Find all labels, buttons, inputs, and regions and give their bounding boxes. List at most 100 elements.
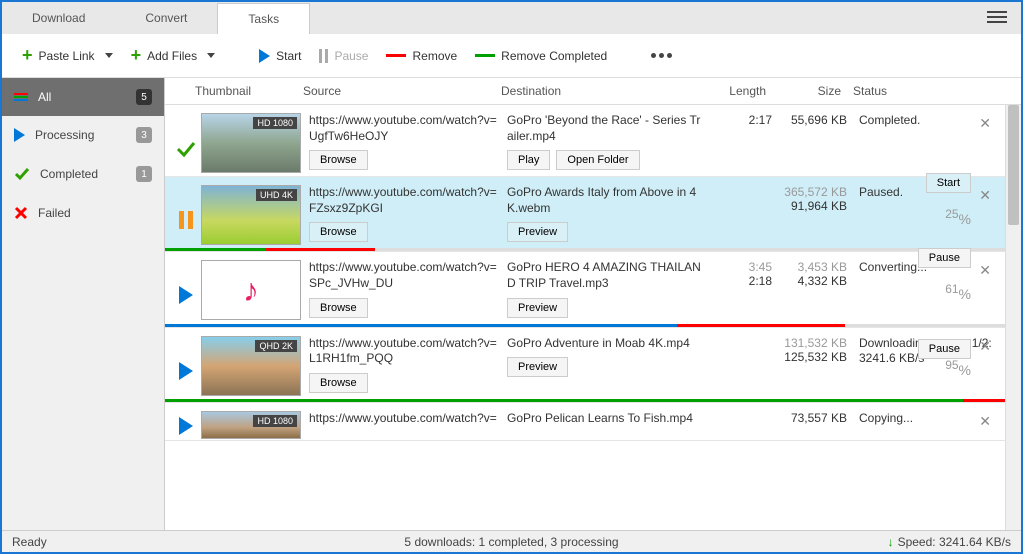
pause-button[interactable]: Pause — [313, 45, 374, 67]
x-icon — [14, 206, 28, 220]
col-source[interactable]: Source — [303, 84, 501, 98]
col-size[interactable]: Size — [766, 84, 841, 98]
size-total: 131,532 KB — [772, 336, 847, 350]
chevron-down-icon — [207, 53, 215, 58]
col-status[interactable]: Status — [841, 84, 1011, 98]
resolution-badge: UHD 4K — [256, 189, 297, 201]
remove-button[interactable]: Remove — [380, 45, 463, 67]
play-button[interactable]: Play — [507, 150, 550, 170]
length-total: 3:45 — [712, 260, 772, 274]
tab-tasks[interactable]: Tasks — [217, 3, 310, 34]
source-url: https://www.youtube.com/watch?v=SPc_JVHw… — [309, 260, 499, 291]
col-destination[interactable]: Destination — [501, 84, 706, 98]
sidebar-item-failed[interactable]: Failed — [2, 194, 164, 232]
toolbar: +Paste Link +Add Files Start Pause Remov… — [2, 34, 1021, 78]
thumbnail: HD 1080 — [201, 411, 301, 439]
size: 4,332 KB — [772, 274, 847, 288]
task-list: HD 1080 https://www.youtube.com/watch?v=… — [165, 105, 1005, 530]
minus-icon — [386, 54, 406, 57]
open-folder-button[interactable]: Open Folder — [556, 150, 639, 170]
column-headers: Thumbnail Source Destination Length Size… — [165, 78, 1021, 105]
sidebar-item-all[interactable]: All5 — [2, 78, 164, 116]
task-row[interactable]: UHD 4K https://www.youtube.com/watch?v=F… — [165, 177, 1005, 252]
close-icon[interactable]: ✕ — [979, 338, 991, 355]
browse-button[interactable]: Browse — [309, 373, 368, 393]
task-row[interactable]: HD 1080 https://www.youtube.com/watch?v=… — [165, 403, 1005, 441]
sidebar-item-processing[interactable]: Processing3 — [2, 116, 164, 154]
status-speed: Speed: 3241.64 KB/s — [898, 535, 1011, 549]
progress-percent: 25% — [945, 197, 971, 227]
length: 2:17 — [712, 113, 772, 127]
browse-button[interactable]: Browse — [309, 150, 368, 170]
tab-convert[interactable]: Convert — [115, 3, 217, 33]
destination-file: GoPro 'Beyond the Race' - Series Trailer… — [507, 113, 704, 144]
source-url: https://www.youtube.com/watch?v=UgfTw6He… — [309, 113, 499, 144]
play-icon — [14, 128, 25, 142]
status-text: Copying... — [859, 411, 999, 427]
close-icon[interactable]: ✕ — [979, 262, 991, 279]
chevron-down-icon — [105, 53, 113, 58]
start-button[interactable]: Start — [926, 173, 971, 193]
close-icon[interactable]: ✕ — [979, 115, 991, 132]
preview-button[interactable]: Preview — [507, 357, 568, 377]
download-arrow-icon: ↓ — [888, 535, 894, 549]
tab-bar: Download Convert Tasks — [2, 2, 1021, 34]
progress-bar — [165, 324, 1005, 327]
resolution-badge: HD 1080 — [253, 117, 297, 129]
check-icon — [176, 139, 196, 159]
task-row[interactable]: QHD 2K https://www.youtube.com/watch?v=L… — [165, 328, 1005, 403]
pause-button[interactable]: Pause — [918, 339, 971, 359]
sidebar-item-completed[interactable]: Completed1 — [2, 154, 164, 194]
status-bar: Ready 5 downloads: 1 completed, 3 proces… — [2, 530, 1021, 552]
scrollbar[interactable] — [1005, 105, 1021, 530]
remove-completed-button[interactable]: Remove Completed — [469, 45, 613, 67]
size-total: 365,572 KB — [772, 185, 847, 199]
pause-button[interactable]: Pause — [918, 248, 971, 268]
close-icon[interactable]: ✕ — [979, 413, 991, 430]
tab-download[interactable]: Download — [2, 3, 115, 33]
music-note-icon: ♪ — [243, 272, 259, 309]
destination-file: GoPro Pelican Learns To Fish.mp4 — [507, 411, 704, 427]
play-icon — [259, 49, 270, 63]
all-icon — [14, 93, 28, 101]
status-text: Completed. — [859, 113, 999, 129]
play-icon — [179, 362, 193, 380]
task-row[interactable]: ♪ https://www.youtube.com/watch?v=SPc_JV… — [165, 252, 1005, 327]
size: 125,532 KB — [772, 350, 847, 364]
thumbnail: UHD 4K — [201, 185, 301, 245]
browse-button[interactable]: Browse — [309, 222, 368, 242]
length: 2:18 — [712, 274, 772, 288]
col-thumbnail[interactable]: Thumbnail — [195, 84, 303, 98]
size-total: 3,453 KB — [772, 260, 847, 274]
size: 55,696 KB — [772, 113, 847, 127]
destination-file: GoPro Awards Italy from Above in 4K.webm — [507, 185, 704, 216]
start-button[interactable]: Start — [253, 45, 307, 67]
thumbnail: ♪ — [201, 260, 301, 320]
pause-icon — [319, 49, 328, 63]
thumbnail: HD 1080 — [201, 113, 301, 173]
dots-icon — [651, 53, 672, 58]
status-summary: 5 downloads: 1 completed, 3 processing — [404, 535, 618, 549]
thumbnail: QHD 2K — [201, 336, 301, 396]
close-icon[interactable]: ✕ — [979, 187, 991, 204]
paste-link-button[interactable]: +Paste Link — [16, 41, 119, 70]
play-icon — [179, 286, 193, 304]
plus-icon: + — [22, 45, 33, 66]
pause-icon — [179, 211, 193, 229]
more-button[interactable] — [645, 49, 678, 62]
add-files-button[interactable]: +Add Files — [125, 41, 222, 70]
task-row[interactable]: HD 1080 https://www.youtube.com/watch?v=… — [165, 105, 1005, 177]
preview-button[interactable]: Preview — [507, 222, 568, 242]
preview-button[interactable]: Preview — [507, 298, 568, 318]
minus-icon — [475, 54, 495, 57]
destination-file: GoPro HERO 4 AMAZING THAILAND TRIP Trave… — [507, 260, 704, 291]
browse-button[interactable]: Browse — [309, 298, 368, 318]
col-length[interactable]: Length — [706, 84, 766, 98]
source-url: https://www.youtube.com/watch?v=FZsxz9Zp… — [309, 185, 499, 216]
play-icon — [179, 417, 193, 435]
menu-icon[interactable] — [987, 8, 1007, 26]
sidebar: All5 Processing3 Completed1 Failed — [2, 78, 165, 530]
progress-percent: 61% — [945, 272, 971, 302]
size: 91,964 KB — [772, 199, 847, 213]
progress-bar — [165, 399, 1005, 402]
